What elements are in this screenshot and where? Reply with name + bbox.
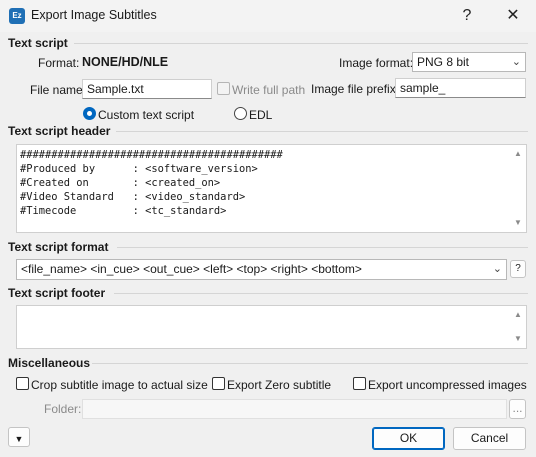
header-scrollbar[interactable]: ▲ ▼ [510, 145, 526, 232]
format-value: NONE/HD/NLE [82, 55, 169, 69]
chevron-down-icon: ⌄ [511, 56, 521, 68]
footer-scrollbar[interactable]: ▲ ▼ [510, 306, 526, 348]
separator [92, 363, 528, 364]
image-prefix-input[interactable]: sample_ [395, 78, 526, 98]
image-format-value: PNG 8 bit [417, 55, 470, 69]
crop-label: Crop subtitle image to actual size [31, 378, 208, 392]
format-select[interactable]: <file_name> <in_cue> <out_cue> <left> <t… [16, 259, 507, 280]
folder-label: Folder: [44, 402, 82, 416]
radio-edl-label: EDL [249, 108, 273, 122]
footer-textarea[interactable]: ▲ ▼ [16, 305, 527, 349]
separator [114, 293, 528, 294]
scroll-up-icon[interactable]: ▲ [510, 147, 526, 161]
options-dropdown-button[interactable]: ▼ [8, 427, 30, 447]
section-miscellaneous: Miscellaneous [8, 356, 91, 370]
image-format-label: Image format: [339, 56, 414, 70]
chevron-down-icon: ⌄ [492, 263, 502, 275]
separator [117, 247, 528, 248]
scroll-down-icon[interactable]: ▼ [510, 332, 526, 346]
browse-button[interactable]: ... [509, 399, 526, 419]
caret-down-icon: ▼ [14, 434, 24, 444]
export-zero-label: Export Zero subtitle [227, 378, 332, 392]
crop-checkbox[interactable] [16, 377, 29, 390]
file-name-input[interactable]: Sample.txt [82, 79, 212, 99]
write-full-path-checkbox[interactable] [217, 82, 230, 95]
separator [116, 131, 528, 132]
export-uncompressed-checkbox[interactable] [353, 377, 366, 390]
header-textarea[interactable]: ########################################… [16, 144, 527, 233]
image-prefix-label: Image file prefix: [311, 82, 400, 96]
cancel-button[interactable]: Cancel [453, 427, 526, 450]
format-help-button[interactable]: ? [510, 260, 526, 278]
format-label: Format: [38, 56, 80, 70]
close-button[interactable]: ✕ [498, 4, 528, 28]
file-name-label: File name: [30, 83, 87, 97]
separator [74, 43, 528, 44]
radio-custom-label: Custom text script [98, 108, 195, 122]
app-icon: Ez [9, 8, 25, 24]
help-button[interactable]: ? [452, 4, 482, 28]
write-full-path-label: Write full path [232, 83, 306, 97]
ok-button[interactable]: OK [372, 427, 445, 450]
section-text-script-footer: Text script footer [8, 286, 106, 300]
radio-edl[interactable] [234, 107, 247, 120]
format-template-value: <file_name> <in_cue> <out_cue> <left> <t… [21, 262, 362, 276]
export-zero-checkbox[interactable] [212, 377, 225, 390]
folder-input[interactable] [82, 399, 507, 419]
scroll-up-icon[interactable]: ▲ [510, 308, 526, 322]
image-format-select[interactable]: PNG 8 bit ⌄ [412, 52, 526, 72]
section-text-script-format: Text script format [8, 240, 109, 254]
scroll-down-icon[interactable]: ▼ [510, 216, 526, 230]
footer-content [17, 306, 526, 309]
export-uncompressed-label: Export uncompressed images [368, 378, 527, 392]
radio-custom-text-script[interactable] [83, 107, 96, 120]
section-text-script-header: Text script header [8, 124, 111, 138]
section-text-script: Text script [8, 36, 68, 50]
header-content: ########################################… [20, 149, 283, 217]
window-title: Export Image Subtitles [31, 8, 157, 22]
